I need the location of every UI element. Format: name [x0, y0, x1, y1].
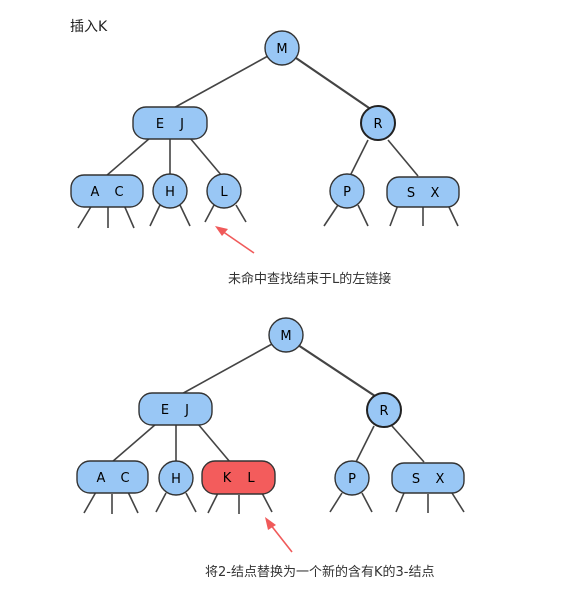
node-label: A [97, 471, 106, 486]
edge-r-p [349, 139, 369, 177]
edge-r-p [355, 425, 375, 463]
caption-1: 未命中查找结束于L的左链接 [228, 272, 392, 287]
diagram-2: M E J R A C H K L P S X [76, 317, 465, 553]
node-label: J [179, 117, 184, 132]
edge-ej-ac [111, 423, 157, 463]
node-label: H [171, 472, 181, 487]
edge-m-r [295, 57, 373, 111]
edge-ej-l [189, 137, 223, 177]
node-label: P [343, 185, 351, 200]
node-label: M [280, 329, 291, 344]
node-p: P [334, 460, 370, 496]
node-ej: E J [132, 106, 208, 140]
node-label: P [348, 472, 356, 487]
node-label: R [373, 117, 382, 132]
node-label: X [431, 186, 440, 201]
node-ac: A C [70, 174, 144, 208]
node-label: C [120, 471, 129, 486]
node-label: J [184, 403, 189, 418]
node-label: L [247, 471, 255, 486]
node-r: R [360, 105, 396, 141]
node-label: M [276, 42, 287, 57]
node-r: R [366, 392, 402, 428]
node-label: L [220, 185, 228, 200]
node-h: H [152, 173, 188, 209]
edge-ej-ac [105, 137, 151, 177]
caption-2: 将2-结点替换为一个新的含有K的3-结点 [205, 565, 435, 580]
edge-m-r [297, 344, 379, 399]
node-ac: A C [76, 460, 149, 494]
node-label: H [165, 185, 175, 200]
node-l: L [206, 173, 242, 209]
node-label: A [91, 185, 100, 200]
edge-ej-kl [197, 423, 231, 463]
arrow-1 [215, 226, 255, 254]
node-p: P [329, 173, 365, 209]
node-m: M [268, 317, 304, 353]
edge-r-sx [391, 425, 425, 463]
edge-m-ej [177, 343, 273, 397]
node-m: M [264, 30, 300, 66]
node-sx: S X [386, 176, 460, 208]
node-label: S [412, 472, 420, 487]
arrow-2 [265, 517, 293, 553]
edge-r-sx [387, 139, 419, 177]
node-label: E [161, 403, 169, 418]
node-h: H [158, 460, 194, 496]
node-label: K [223, 471, 232, 486]
node-label: C [114, 185, 123, 200]
node-label: R [379, 404, 388, 419]
node-ej: E J [138, 392, 213, 426]
node-kl-highlighted: K L [201, 460, 276, 495]
node-label: E [156, 117, 164, 132]
node-sx: S X [391, 462, 465, 494]
node-label: X [436, 472, 445, 487]
edge-m-ej [169, 55, 269, 111]
diagram-1: M E J R A C H L P S X [70, 30, 460, 254]
tree-diagrams: M E J R A C H L P S X M E J R A C H K L … [70, 30, 465, 553]
node-label: S [407, 186, 415, 201]
